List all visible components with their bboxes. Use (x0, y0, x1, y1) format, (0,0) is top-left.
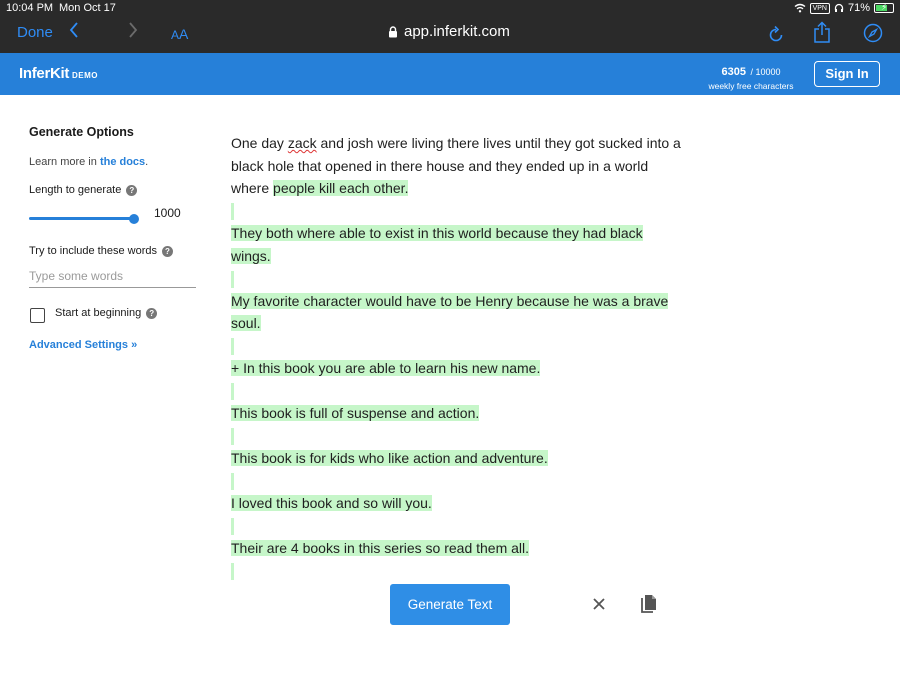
help-icon[interactable]: ? (161, 245, 173, 257)
generated-blank-line (231, 383, 234, 401)
include-label-row: Try to include these words ? (29, 245, 173, 257)
help-icon[interactable]: ? (146, 307, 158, 319)
generated-blank-line (231, 428, 234, 446)
share-icon[interactable] (813, 21, 831, 44)
text-editor[interactable]: One day zack and josh were living there … (231, 132, 681, 582)
character-quota: 6305 / 10000 weekly free characters (700, 62, 802, 91)
length-slider-track[interactable] (29, 217, 134, 220)
headphones-icon (834, 3, 844, 12)
close-icon[interactable] (591, 596, 607, 612)
text-size-small: A (171, 28, 180, 42)
generated-text: This book is for kids who like action an… (231, 450, 548, 466)
length-slider-thumb[interactable] (129, 214, 139, 224)
include-words-label: Try to include these words (29, 245, 157, 257)
generated-text: My favorite character would have to be H… (231, 292, 669, 331)
back-icon[interactable] (69, 21, 79, 44)
generated-text: Their are 4 books in this series so read… (231, 540, 530, 556)
generated-text: + In this book you are able to learn his… (231, 360, 541, 376)
lock-icon (389, 25, 397, 37)
generated-blank-line (231, 338, 234, 356)
compass-icon[interactable] (863, 23, 883, 43)
generated-blank-line (231, 473, 234, 491)
chars-caption: weekly free characters (708, 81, 794, 91)
copy-icon[interactable] (640, 594, 658, 614)
prompt-paragraph: One day zack and josh were living there … (231, 132, 681, 200)
generated-blank-line (231, 203, 234, 221)
battery-icon: ⚡ (874, 2, 894, 13)
generated-blank-line (231, 563, 234, 581)
chars-total: / 10000 (750, 67, 781, 77)
battery-percent: 71% (847, 2, 870, 14)
inferkit-logo[interactable]: InferKit (19, 65, 69, 82)
learn-suffix: . (145, 156, 149, 168)
status-indicators: VPN 71% ⚡ (794, 1, 894, 15)
start-at-beginning-checkbox[interactable] (30, 308, 45, 323)
status-bar: 10:04 PM Mon Oct 17 VPN 71% ⚡ (0, 0, 900, 16)
learn-more-text: Learn more in the docs. (29, 156, 148, 168)
length-value: 1000 (154, 206, 181, 220)
text-size-button[interactable]: AA (171, 26, 188, 42)
prompt-text: One day (231, 135, 288, 151)
help-icon[interactable]: ? (126, 184, 138, 196)
sign-in-button[interactable]: Sign In (814, 61, 880, 87)
address-bar[interactable]: app.inferkit.com (388, 23, 510, 40)
status-time: 10:04 PM (6, 2, 54, 14)
length-label-row: Length to generate ? (29, 184, 138, 196)
browser-toolbar: Done AA app.inferkit.com (0, 16, 900, 53)
generated-text: people kill each other. (273, 180, 409, 196)
url-text: app.inferkit.com (404, 23, 510, 40)
forward-icon[interactable] (128, 21, 138, 44)
generated-text: This book is full of suspense and action… (231, 405, 480, 421)
demo-tag: DEMO (72, 71, 98, 80)
app-header: InferKit DEMO 6305 / 10000 weekly free c… (0, 53, 900, 95)
reload-icon[interactable] (767, 24, 785, 44)
start-at-beginning-label[interactable]: Start at beginning (55, 307, 141, 319)
generated-blank-line (231, 270, 234, 288)
advanced-settings-link[interactable]: Advanced Settings » (29, 339, 137, 351)
options-title: Generate Options (29, 125, 134, 139)
include-words-input[interactable] (29, 265, 196, 288)
status-date: Mon Oct 17 (59, 2, 116, 14)
length-label: Length to generate (29, 184, 122, 196)
start-label-row: Start at beginning ? (55, 307, 158, 319)
generated-text: I loved this book and so will you. (231, 495, 432, 511)
generate-text-button[interactable]: Generate Text (390, 584, 510, 625)
text-size-big: A (179, 26, 189, 42)
learn-prefix: Learn more in (29, 156, 100, 168)
done-button[interactable]: Done (17, 24, 53, 41)
wifi-icon (794, 3, 805, 13)
generated-blank-line (231, 518, 234, 536)
chars-used: 6305 (721, 66, 746, 78)
docs-link[interactable]: the docs (100, 156, 145, 168)
misspelled-word: zack (287, 135, 317, 151)
generated-text: They both where able to exist in this wo… (231, 225, 643, 264)
vpn-badge: VPN (809, 2, 830, 14)
